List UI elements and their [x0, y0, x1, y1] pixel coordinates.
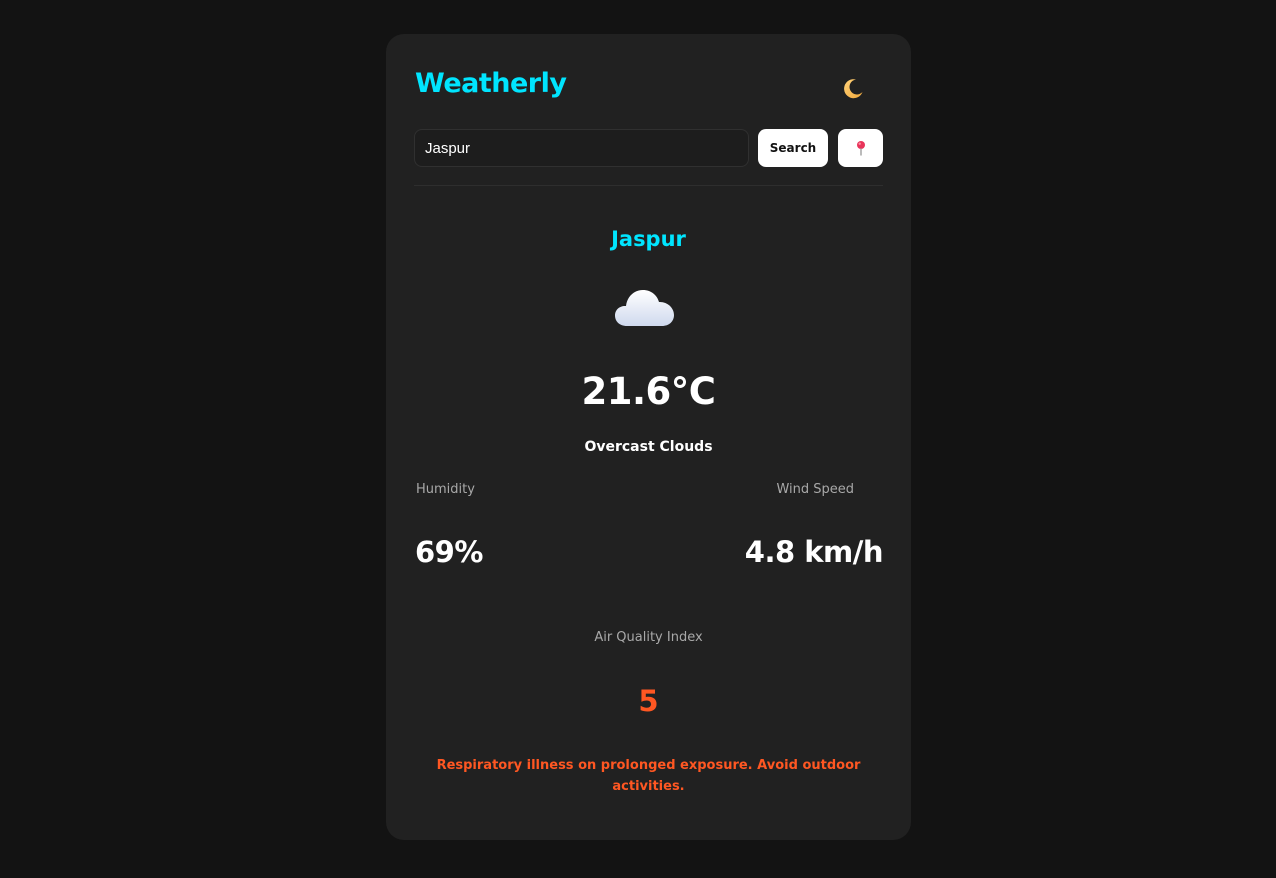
aqi-label: Air Quality Index [594, 630, 703, 645]
current-location-button[interactable] [838, 129, 883, 167]
weather-condition: Overcast Clouds [584, 439, 713, 455]
city-name: Jaspur [611, 227, 686, 251]
weather-card: Weatherly Search Jaspur [386, 34, 911, 840]
city-search-input[interactable] [414, 129, 749, 167]
pin-icon [856, 141, 865, 156]
humidity-label: Humidity [416, 482, 475, 497]
theme-toggle-button[interactable] [838, 74, 868, 104]
search-button[interactable]: Search [758, 129, 828, 167]
aqi-value: 5 [638, 684, 659, 718]
divider [414, 185, 883, 186]
temperature: 21.6°C [581, 370, 716, 413]
aqi-health-message: Respiratory illness on prolonged exposur… [436, 758, 861, 794]
humidity-value: 69% [415, 535, 483, 569]
app-title: Weatherly [415, 68, 567, 99]
moon-icon [844, 79, 863, 99]
wind-speed-label: Wind Speed [776, 482, 854, 497]
cloud-icon [615, 290, 674, 326]
wind-speed-value: 4.8 km/h [744, 535, 884, 569]
